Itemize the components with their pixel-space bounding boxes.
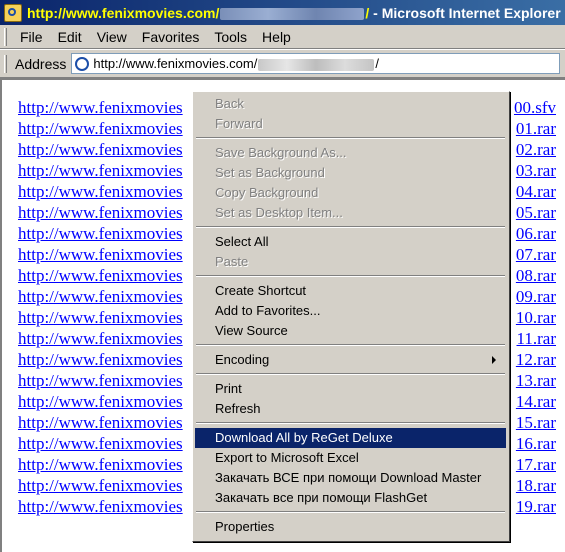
file-link-suffix[interactable]: 19.rar xyxy=(516,497,556,517)
file-link[interactable]: http://www.fenixmovies xyxy=(18,455,183,475)
ctx-print[interactable]: Print xyxy=(195,379,506,399)
file-link-suffix[interactable]: 15.rar xyxy=(516,413,556,433)
submenu-arrow-icon xyxy=(492,356,496,364)
ctx-encoding[interactable]: Encoding xyxy=(195,350,506,370)
file-link[interactable]: http://www.fenixmovies xyxy=(18,245,183,265)
file-link[interactable]: http://www.fenixmovies xyxy=(18,308,183,328)
address-bar: Address http://www.fenixmovies.com/ / xyxy=(0,49,565,78)
ctx-export-to-excel[interactable]: Export to Microsoft Excel xyxy=(195,448,506,468)
ctx-save-background-as[interactable]: Save Background As... xyxy=(195,143,506,163)
file-link[interactable]: http://www.fenixmovies xyxy=(18,98,183,118)
menu-separator xyxy=(196,344,505,346)
address-input[interactable]: http://www.fenixmovies.com/ / xyxy=(71,53,561,74)
ie-page-icon xyxy=(75,56,90,71)
file-link[interactable]: http://www.fenixmovies xyxy=(18,161,183,181)
file-link[interactable]: http://www.fenixmovies xyxy=(18,119,183,139)
ctx-view-source[interactable]: View Source xyxy=(195,321,506,341)
menu-separator xyxy=(196,226,505,228)
address-label: Address xyxy=(15,55,67,72)
menu-view[interactable]: View xyxy=(90,26,135,48)
file-link-suffix[interactable]: 09.rar xyxy=(516,287,556,307)
ctx-copy-background[interactable]: Copy Background xyxy=(195,183,506,203)
file-link-suffix[interactable]: 12.rar xyxy=(516,350,556,370)
redacted-path xyxy=(220,7,365,20)
file-link[interactable]: http://www.fenixmovies xyxy=(18,224,183,244)
menu-separator xyxy=(196,422,505,424)
file-link-suffix[interactable]: 06.rar xyxy=(516,224,556,244)
ctx-back[interactable]: Back xyxy=(195,94,506,114)
file-link-suffix[interactable]: 13.rar xyxy=(516,371,556,391)
file-link-suffix[interactable]: 07.rar xyxy=(516,245,556,265)
title-app-name: - Microsoft Internet Explorer xyxy=(369,4,561,21)
file-link[interactable]: http://www.fenixmovies xyxy=(18,140,183,160)
ie-page-icon xyxy=(4,3,22,22)
ctx-create-shortcut[interactable]: Create Shortcut xyxy=(195,281,506,301)
window-title: http://www.fenixmovies.com// - Microsoft… xyxy=(27,5,561,21)
file-link[interactable]: http://www.fenixmovies xyxy=(18,497,183,517)
file-link-suffix[interactable]: 00.sfv xyxy=(514,98,556,118)
menu-file[interactable]: File xyxy=(13,26,51,48)
title-url-prefix: http://www.fenixmovies.com/ xyxy=(27,4,220,21)
ctx-download-all-reget[interactable]: Download All by ReGet Deluxe xyxy=(195,428,506,448)
file-link[interactable]: http://www.fenixmovies xyxy=(18,413,183,433)
ctx-properties[interactable]: Properties xyxy=(195,517,506,537)
menu-separator xyxy=(196,373,505,375)
file-link[interactable]: http://www.fenixmovies xyxy=(18,182,183,202)
ctx-refresh[interactable]: Refresh xyxy=(195,399,506,419)
file-link[interactable]: http://www.fenixmovies xyxy=(18,350,183,370)
ctx-set-as-background[interactable]: Set as Background xyxy=(195,163,506,183)
ctx-encoding-label: Encoding xyxy=(215,352,270,367)
ctx-add-to-favorites[interactable]: Add to Favorites... xyxy=(195,301,506,321)
address-url[interactable]: http://www.fenixmovies.com/ / xyxy=(93,56,379,71)
redacted-path xyxy=(258,58,375,71)
file-link-suffix[interactable]: 18.rar xyxy=(516,476,556,496)
address-url-prefix: http://www.fenixmovies.com/ xyxy=(93,56,258,71)
ctx-download-master[interactable]: Закачать ВСЕ при помощи Download Master xyxy=(195,468,506,488)
toolbar-grip[interactable] xyxy=(4,27,7,46)
menu-tools[interactable]: Tools xyxy=(207,26,255,48)
menu-help[interactable]: Help xyxy=(255,26,299,48)
menu-bar: File Edit View Favorites Tools Help xyxy=(0,25,565,49)
file-link[interactable]: http://www.fenixmovies xyxy=(18,476,183,496)
menu-favorites[interactable]: Favorites xyxy=(135,26,208,48)
file-link-suffix[interactable]: 08.rar xyxy=(516,266,556,286)
ctx-select-all[interactable]: Select All xyxy=(195,232,506,252)
file-link[interactable]: http://www.fenixmovies xyxy=(18,287,183,307)
file-link-suffix[interactable]: 14.rar xyxy=(516,392,556,412)
file-link-suffix[interactable]: 01.rar xyxy=(516,119,556,139)
file-link-suffix[interactable]: 02.rar xyxy=(516,140,556,160)
title-bar[interactable]: http://www.fenixmovies.com// - Microsoft… xyxy=(0,0,565,25)
file-link-suffix[interactable]: 16.rar xyxy=(516,434,556,454)
address-url-suffix: / xyxy=(375,56,379,71)
file-link-suffix[interactable]: 10.rar xyxy=(516,308,556,328)
file-link[interactable]: http://www.fenixmovies xyxy=(18,434,183,454)
menu-separator xyxy=(196,275,505,277)
menu-separator xyxy=(196,137,505,139)
ctx-set-as-desktop-item[interactable]: Set as Desktop Item... xyxy=(195,203,506,223)
file-link[interactable]: http://www.fenixmovies xyxy=(18,203,183,223)
ctx-flashget[interactable]: Закачать все при помощи FlashGet xyxy=(195,488,506,508)
toolbar-grip[interactable] xyxy=(4,54,7,73)
ctx-paste[interactable]: Paste xyxy=(195,252,506,272)
file-link-suffix[interactable]: 04.rar xyxy=(516,182,556,202)
file-link-suffix[interactable]: 17.rar xyxy=(516,455,556,475)
file-link[interactable]: http://www.fenixmovies xyxy=(18,266,183,286)
file-link[interactable]: http://www.fenixmovies xyxy=(18,392,183,412)
file-link[interactable]: http://www.fenixmovies xyxy=(18,371,183,391)
file-link-suffix[interactable]: 03.rar xyxy=(516,161,556,181)
ctx-forward[interactable]: Forward xyxy=(195,114,506,134)
file-link[interactable]: http://www.fenixmovies xyxy=(18,329,183,349)
file-link-suffix[interactable]: 05.rar xyxy=(516,203,556,223)
context-menu: Back Forward Save Background As... Set a… xyxy=(192,91,510,542)
file-link-suffix[interactable]: 11.rar xyxy=(517,329,557,349)
menu-separator xyxy=(196,511,505,513)
menu-edit[interactable]: Edit xyxy=(51,26,90,48)
